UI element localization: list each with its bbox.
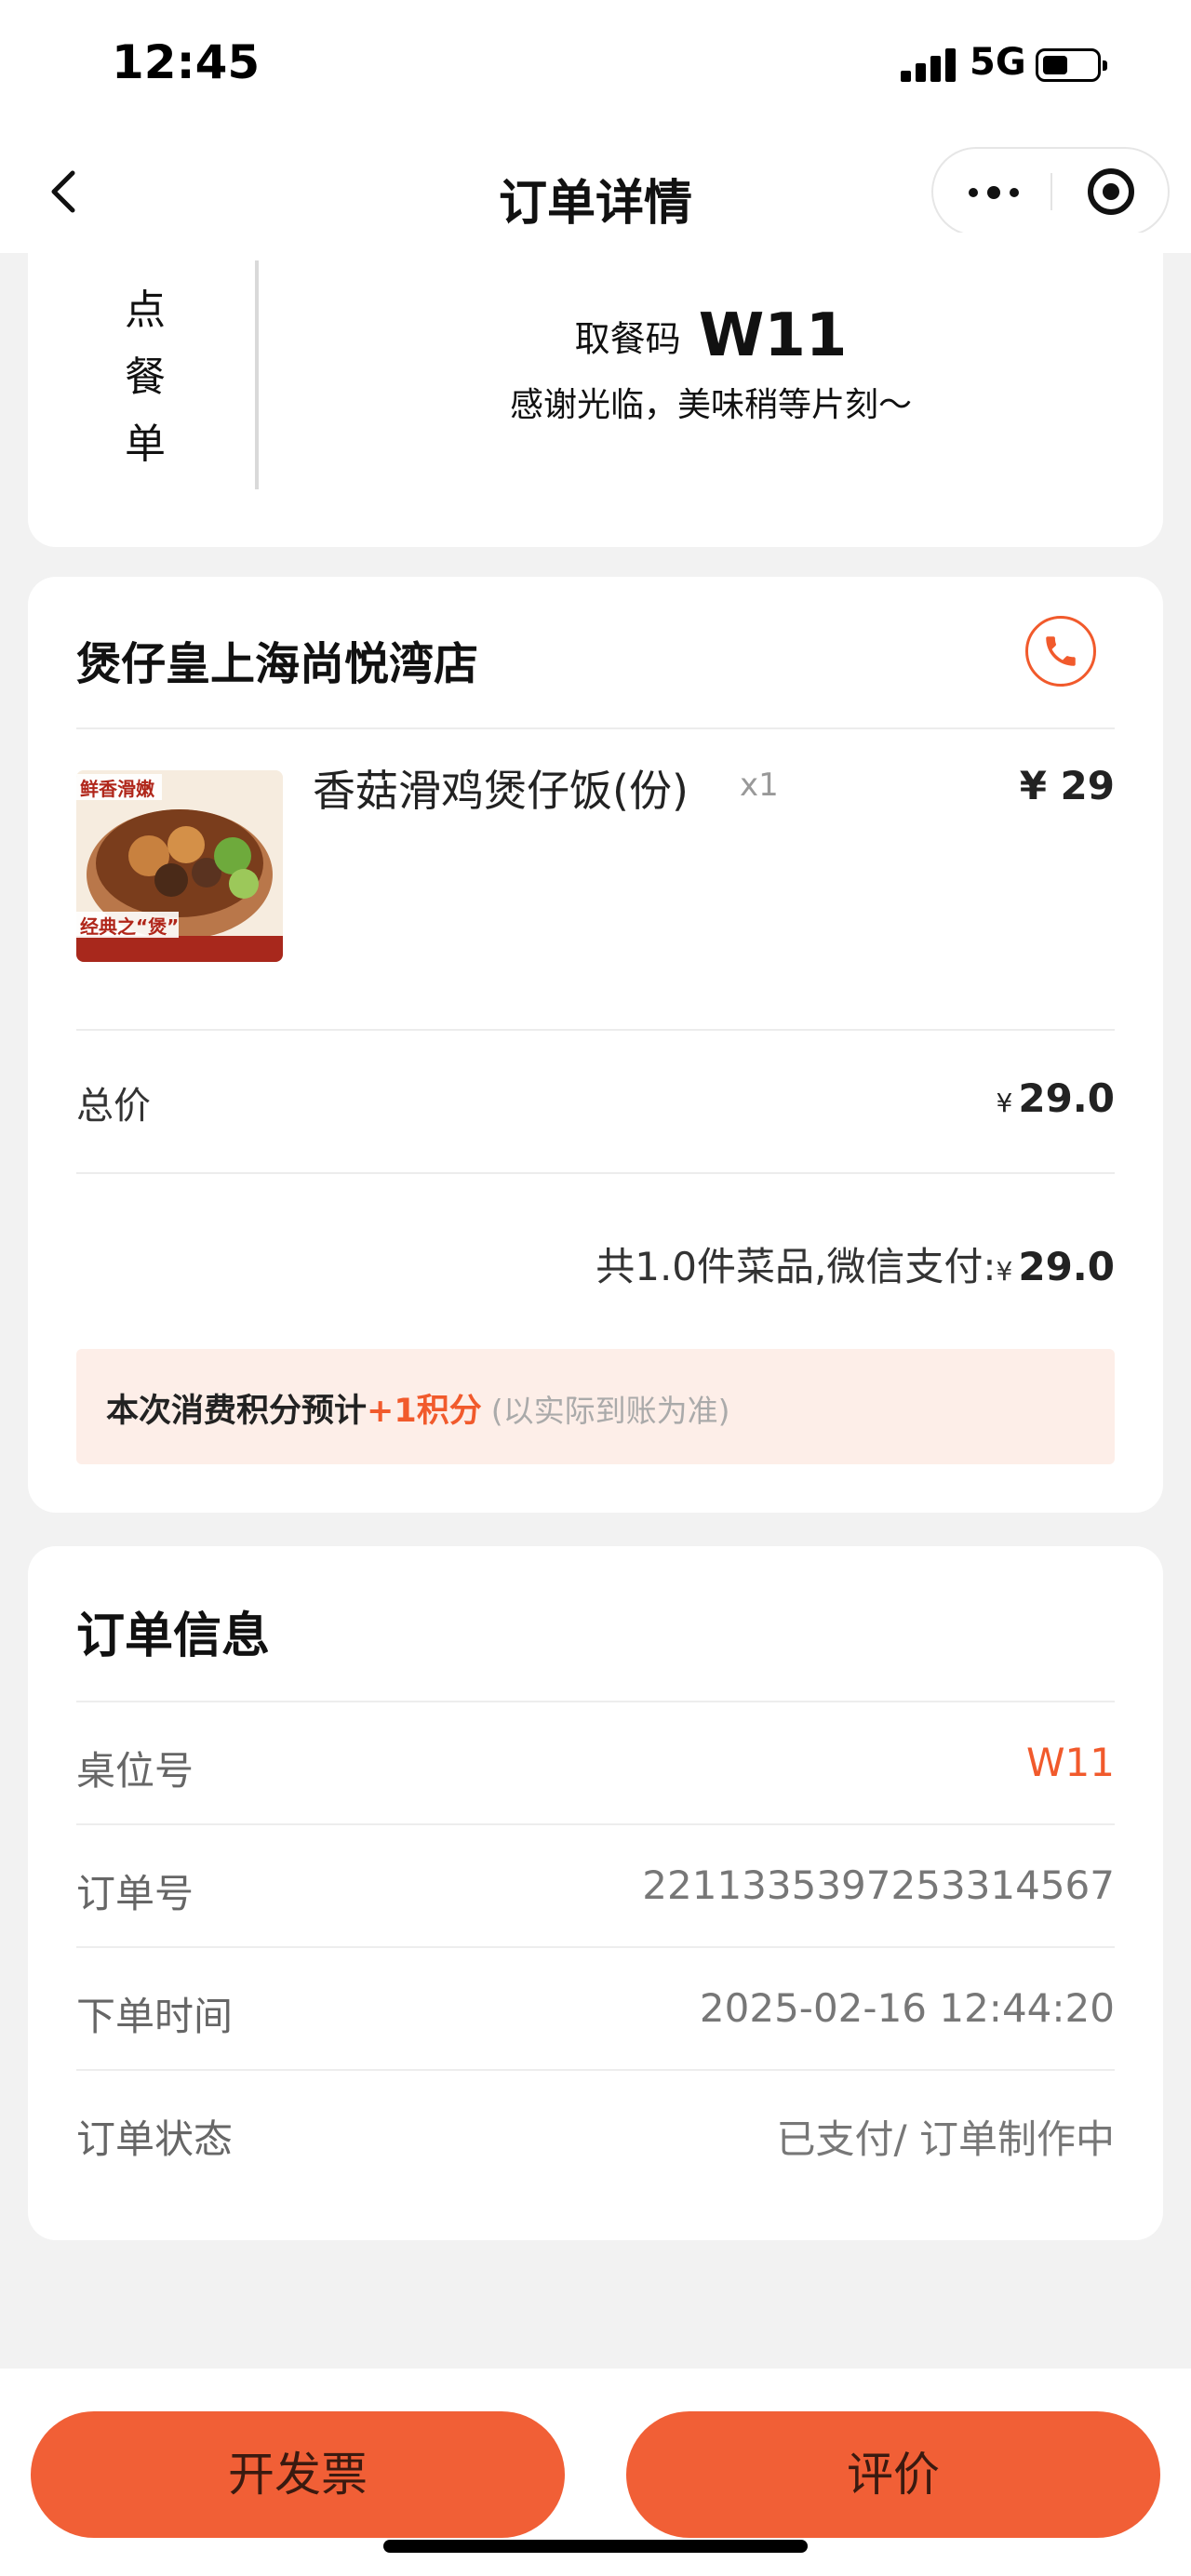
- info-label: 订单号: [76, 1871, 194, 1916]
- points-note: (以实际到账为准): [490, 1393, 730, 1429]
- pickup-code: W11: [698, 301, 848, 370]
- order-status: 已支付/ 订单制作中: [776, 2116, 1115, 2162]
- pickup-card: 点 餐 单 取餐码 W11 感谢光临，美味稍等片刻～: [28, 233, 1163, 547]
- points-value: +1积分: [367, 1393, 482, 1430]
- order-number: 2211335397253314567: [642, 1862, 1115, 1908]
- total-value: ¥29.0: [997, 1075, 1115, 1121]
- bottom-action-bar: 开发票 评价: [0, 2369, 1191, 2576]
- pickup-code-row: 取餐码 W11: [259, 301, 1163, 370]
- pickup-message: 感谢光临，美味稍等片刻～: [509, 386, 912, 424]
- dish-image: 鲜香滑嫩 经典之“煲”: [76, 770, 283, 962]
- vertical-char: 单: [125, 420, 166, 468]
- order-time: 2025-02-16 12:44:20: [699, 1985, 1115, 2031]
- status-time: 12:45: [112, 35, 261, 89]
- info-row-order-time: 下单时间 2025-02-16 12:44:20: [76, 1946, 1115, 2069]
- total-amount: 29.0: [1018, 1075, 1115, 1121]
- info-row-order-status: 订单状态 已支付/ 订单制作中: [76, 2069, 1115, 2192]
- dish-price: ¥ 29: [1019, 763, 1115, 808]
- currency-symbol: ¥: [996, 1256, 1013, 1287]
- vertical-char: 餐: [125, 354, 166, 401]
- info-label: 下单时间: [76, 1994, 234, 2039]
- network-type: 5G: [970, 41, 1026, 84]
- more-icon[interactable]: [933, 149, 1052, 234]
- dish-image-text-bottom: 经典之“煲”: [80, 915, 180, 938]
- info-row-order-number: 订单号 2211335397253314567: [76, 1823, 1115, 1946]
- vertical-char: 点: [125, 287, 166, 334]
- divider: [76, 1029, 1115, 1031]
- payment-summary: 共1.0件菜品,微信支付:¥ 29.0: [596, 1235, 1115, 1292]
- total-label: 总价: [76, 1085, 151, 1128]
- points-prefix: 本次消费积分预计: [106, 1393, 368, 1430]
- order-info-title: 订单信息: [76, 1608, 271, 1664]
- table-number: W11: [1026, 1740, 1115, 1785]
- dish-quantity: x1: [740, 767, 779, 804]
- order-info-card: 订单信息 桌位号 W11 订单号 2211335397253314567 下单时…: [28, 1546, 1163, 2240]
- mini-program-close-icon[interactable]: [1052, 149, 1170, 234]
- home-indicator: [383, 2540, 808, 2553]
- info-label: 订单状态: [76, 2116, 234, 2162]
- phone-icon[interactable]: [1025, 616, 1096, 687]
- mini-program-capsule: [931, 147, 1170, 236]
- currency-symbol: ¥: [996, 1088, 1013, 1118]
- info-label: 桌位号: [76, 1748, 194, 1794]
- points-notice: 本次消费积分预计+1积分 (以实际到账为准): [76, 1349, 1115, 1464]
- order-card: 煲仔皇上海尚悦湾店 鲜香滑嫩 经典之“煲” 香菇滑鸡煲仔饭(份) x1 ¥ 29…: [28, 577, 1163, 1513]
- invoice-button[interactable]: 开发票: [31, 2411, 565, 2538]
- payment-amount: 29.0: [1018, 1244, 1115, 1289]
- battery-icon: [1036, 48, 1107, 82]
- info-row-table: 桌位号 W11: [76, 1701, 1115, 1823]
- divider: [76, 727, 1115, 729]
- dish-name: 香菇滑鸡煲仔饭(份): [313, 766, 689, 816]
- dish-image-text-top: 鲜香滑嫩: [80, 778, 154, 800]
- points-text: 本次消费积分预计+1积分 (以实际到账为准): [106, 1384, 729, 1432]
- divider: [76, 1172, 1115, 1174]
- pickup-code-label: 取餐码: [574, 318, 681, 360]
- review-button[interactable]: 评价: [626, 2411, 1160, 2538]
- order-slip-vertical-label: 点 餐 单: [117, 277, 173, 478]
- vertical-divider: [255, 260, 259, 489]
- status-bar: 12:45 5G: [0, 0, 1191, 130]
- store-name: 煲仔皇上海尚悦湾店: [76, 638, 479, 690]
- signal-icon: [901, 48, 958, 82]
- payment-summary-prefix: 共1.0件菜品,微信支付:: [596, 1244, 997, 1289]
